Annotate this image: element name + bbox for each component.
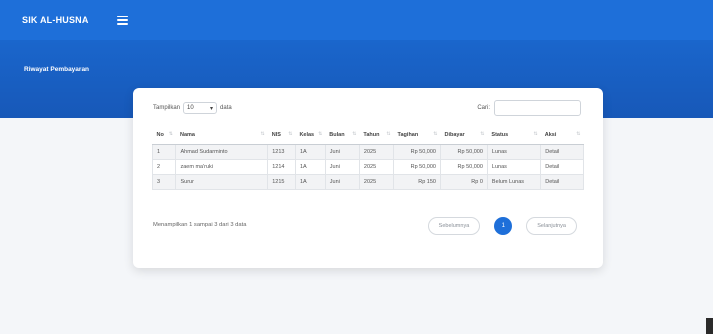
search-input[interactable]: [494, 100, 581, 116]
column-header-nis[interactable]: NIS ⇅: [267, 126, 296, 145]
column-header-label: Status: [491, 131, 509, 138]
cell-no: 2: [151, 158, 177, 175]
next-page-button[interactable]: Selanjutnya: [526, 217, 577, 235]
cell-no: 3: [151, 173, 177, 190]
page-title: Riwayat Pembayaran: [24, 66, 90, 73]
previous-page-button[interactable]: Sebelumnya: [427, 217, 481, 235]
column-header-no[interactable]: No ⇅: [152, 126, 176, 145]
cell-status: Lunas: [486, 158, 542, 175]
column-header-nama[interactable]: Nama ⇅: [175, 126, 268, 145]
table-row: 1 Ahmad Sudarminto 1213 1A Juni 2025 Rp 50,000…: [151, 143, 584, 160]
cell-bulan: Juni: [324, 158, 360, 175]
table-row: 3 Surur 1215 1A Juni 2025 Rp 150 Rp 0 Belum Luna…: [151, 173, 584, 190]
column-header-label: Nama: [179, 131, 195, 138]
cell-dibayar: Rp 0: [439, 173, 488, 190]
sort-icon: ⇅: [386, 131, 391, 137]
cell-kelas: 1A: [294, 158, 326, 175]
column-header-label: No: [156, 131, 164, 138]
cell-no: 1: [151, 143, 177, 160]
cell-tahun: 2025: [358, 158, 395, 175]
cell-nis: 1215: [267, 173, 296, 190]
column-header-label: Bulan: [329, 131, 345, 138]
cell-nis: 1213: [267, 143, 296, 160]
column-header-label: NIS: [271, 131, 281, 138]
table-info: Menampilkan 1 sampai 3 dari 3 data: [153, 222, 247, 228]
column-header-tagihan[interactable]: Tagihan ⇅: [393, 126, 441, 145]
column-header-label: Tagihan: [397, 131, 419, 138]
sort-icon: ⇅: [260, 131, 265, 137]
sort-icon: ⇅: [288, 131, 293, 137]
sort-icon: ⇅: [318, 131, 323, 137]
search-label: Cari:: [477, 105, 490, 111]
column-header-label: Dibayar: [444, 131, 465, 138]
pagination: Sebelumnya 1 Selanjutnya: [427, 217, 577, 235]
cell-nama: Ahmad Sudarminto: [175, 143, 269, 160]
sort-icon: ⇅: [480, 131, 485, 137]
search-control: Cari:: [477, 100, 581, 116]
length-prefix: Tampilkan: [153, 105, 181, 111]
column-header-aksi[interactable]: Aksi ⇅: [540, 126, 584, 145]
sort-icon: ⇅: [168, 131, 173, 137]
column-header-dibayar[interactable]: Dibayar ⇅: [440, 126, 488, 145]
cell-dibayar: Rp 50,000: [439, 143, 488, 160]
table-row: 2 zaem ma'ruki 1214 1A Juni 2025 Rp 50,000 Rp 5…: [151, 158, 584, 175]
sort-icon: ⇅: [352, 131, 357, 137]
cell-tahun: 2025: [358, 143, 395, 160]
cell-status: Belum Lunas: [486, 173, 542, 190]
column-header-kelas[interactable]: Kelas ⇅: [295, 126, 326, 145]
column-header-label: Kelas: [299, 131, 315, 138]
cell-tagihan: Rp 50,000: [393, 158, 441, 175]
length-suffix: data: [220, 105, 232, 111]
corner-fragment: [706, 318, 713, 334]
cell-nis: 1214: [267, 158, 296, 175]
cell-tagihan: Rp 50,000: [393, 143, 441, 160]
sort-icon: ⇅: [533, 131, 538, 137]
chevron-down-icon: ▾: [210, 105, 214, 112]
app-brand[interactable]: SIK AL-HUSNA: [22, 15, 89, 25]
cell-bulan: Juni: [324, 173, 360, 190]
page-1-button[interactable]: 1: [494, 217, 513, 235]
top-navbar: SIK AL-HUSNA: [0, 0, 713, 40]
payment-history-card: Tampilkan 10 ▾ data Cari: No ⇅ Nama ⇅ NIS ⇅ Ke…: [133, 88, 603, 268]
table-header-row: No ⇅ Nama ⇅ NIS ⇅ Kelas ⇅ Bulan ⇅ Tahun ⇅ Tagihan ⇅ Di…: [152, 126, 584, 145]
table-body: 1 Ahmad Sudarminto 1213 1A Juni 2025 Rp 50,000…: [151, 143, 584, 190]
page-length-select[interactable]: 10 ▾: [183, 102, 218, 114]
page-length-value: 10: [187, 105, 194, 111]
column-header-status[interactable]: Status ⇅: [487, 126, 541, 145]
sort-icon: ⇅: [433, 131, 438, 137]
column-header-label: Aksi: [544, 131, 557, 138]
column-header-bulan[interactable]: Bulan ⇅: [325, 126, 360, 145]
cell-nama: Surur: [175, 173, 269, 190]
detail-link[interactable]: Detail: [540, 173, 584, 190]
cell-bulan: Juni: [324, 143, 360, 160]
cell-tagihan: Rp 150: [393, 173, 441, 190]
cell-dibayar: Rp 50,000: [439, 158, 488, 175]
column-header-tahun[interactable]: Tahun ⇅: [359, 126, 394, 145]
cell-kelas: 1A: [294, 173, 326, 190]
payment-table: No ⇅ Nama ⇅ NIS ⇅ Kelas ⇅ Bulan ⇅ Tahun ⇅ Tagihan ⇅ Di…: [151, 126, 584, 190]
cell-nama: zaem ma'ruki: [175, 158, 269, 175]
cell-kelas: 1A: [294, 143, 326, 160]
cell-status: Lunas: [486, 143, 542, 160]
detail-link[interactable]: Detail: [540, 143, 584, 160]
column-header-label: Tahun: [363, 131, 380, 138]
sort-icon: ⇅: [576, 131, 581, 137]
hamburger-icon[interactable]: [116, 15, 128, 25]
page-length-control: Tampilkan 10 ▾ data: [153, 102, 232, 114]
detail-link[interactable]: Detail: [540, 158, 584, 175]
cell-tahun: 2025: [358, 173, 395, 190]
